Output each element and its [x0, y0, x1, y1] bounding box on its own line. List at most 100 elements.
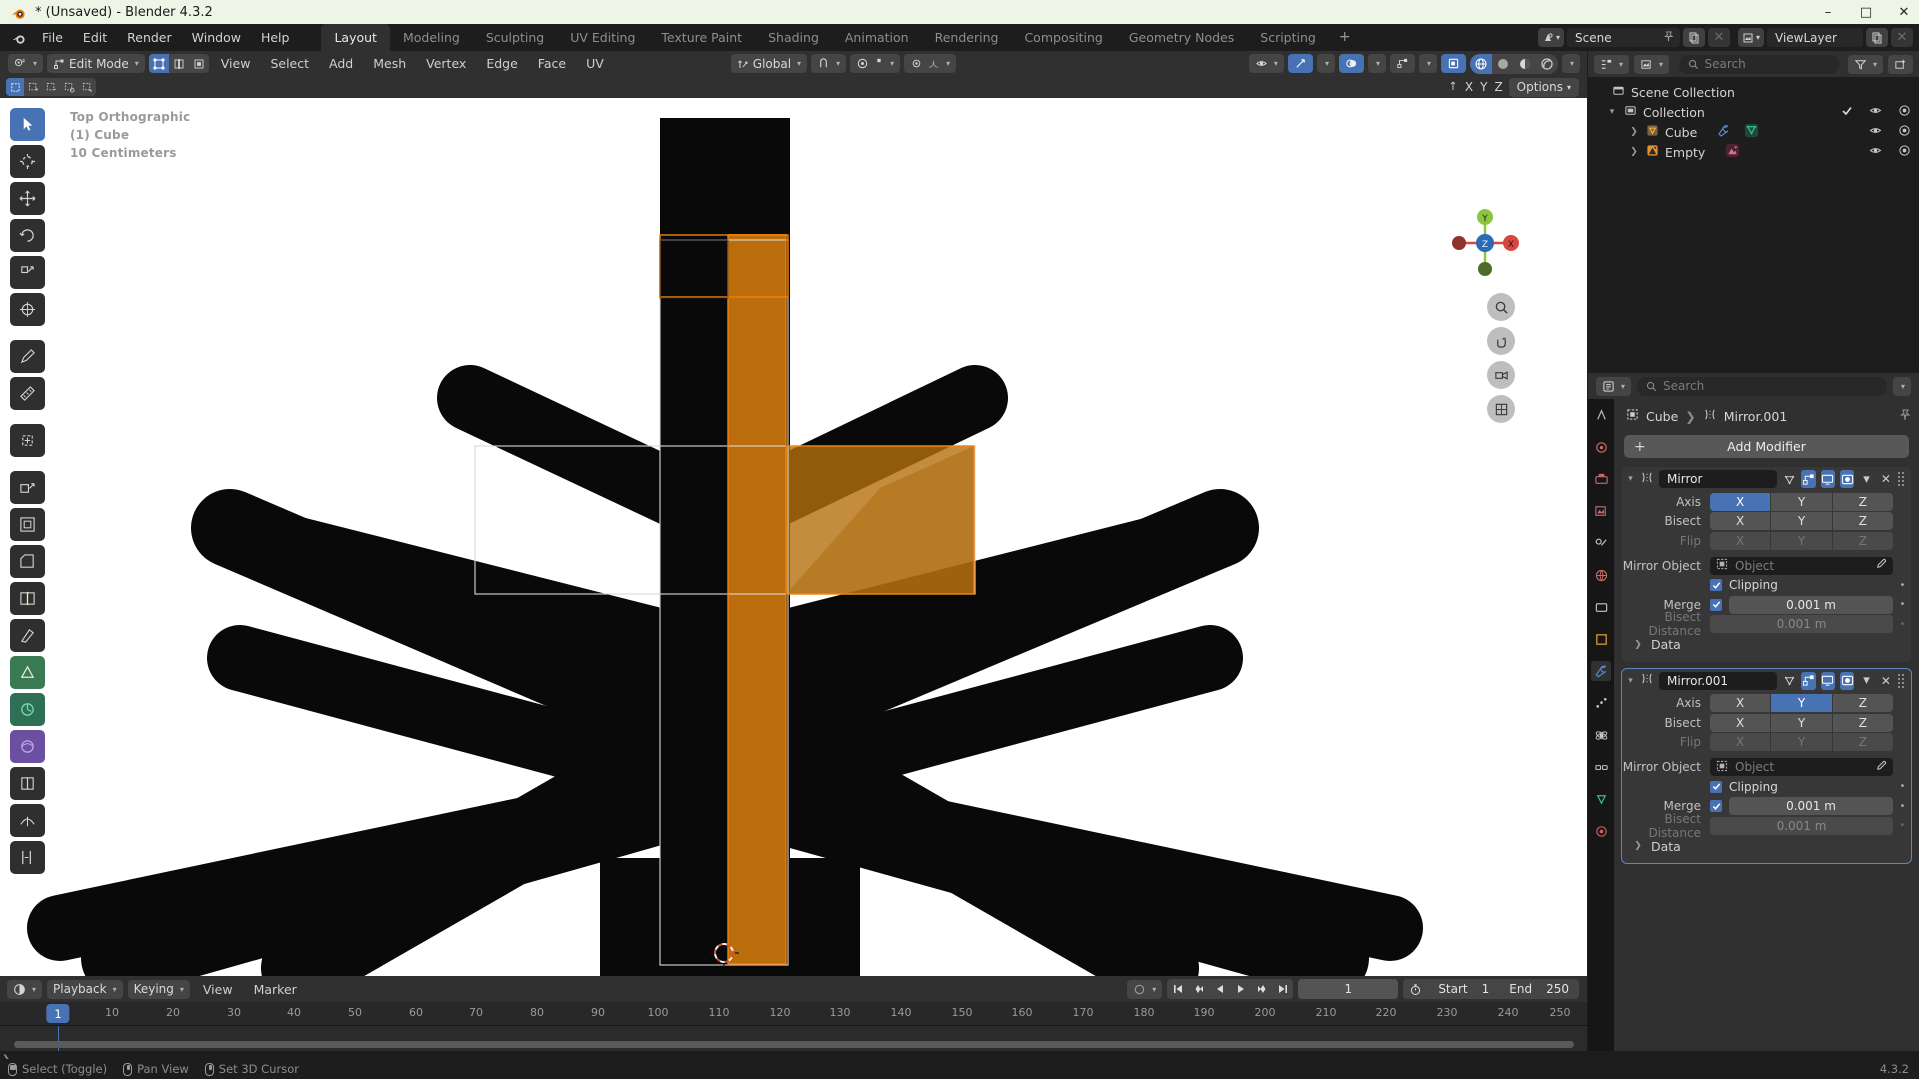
- axis-z-button[interactable]: Z: [1832, 492, 1893, 511]
- tool-edge-slide[interactable]: [10, 767, 45, 800]
- tool-inset-faces[interactable]: [10, 508, 45, 541]
- render-display-toggle[interactable]: [1840, 671, 1855, 690]
- bisect-y-button[interactable]: Y: [1771, 512, 1832, 530]
- properties-options-dropdown[interactable]: ▾: [1892, 376, 1911, 396]
- expand-data-icon[interactable]: ❯: [1632, 640, 1644, 650]
- tool-extrude[interactable]: [10, 471, 45, 504]
- tool-annotate[interactable]: [10, 340, 45, 373]
- tab-object-data[interactable]: [1591, 789, 1611, 809]
- editor-type-button[interactable]: ▾: [8, 54, 44, 73]
- tab-geometry-nodes[interactable]: Geometry Nodes: [1116, 24, 1247, 51]
- toggle-xray-button[interactable]: [1440, 54, 1466, 73]
- delete-scene-button[interactable]: ✕: [1707, 28, 1730, 47]
- outliner-editor-type-button[interactable]: ▾: [1594, 54, 1630, 74]
- shading-material-preview-button[interactable]: [1514, 54, 1536, 74]
- toggle-orthographic-icon[interactable]: [1487, 395, 1515, 423]
- tool-measure[interactable]: [10, 377, 45, 410]
- camera-render-icon[interactable]: [1898, 124, 1911, 140]
- tool-spin[interactable]: [10, 693, 45, 726]
- tab-render[interactable]: [1591, 437, 1611, 457]
- tab-rendering[interactable]: Rendering: [922, 24, 1012, 51]
- current-frame-field[interactable]: 1: [1298, 979, 1399, 999]
- flip-y-button[interactable]: Y: [1771, 733, 1832, 751]
- merge-value-field[interactable]: 0.001 m: [1729, 797, 1893, 815]
- show-gizmo-toggle[interactable]: [1287, 54, 1313, 73]
- add-modifier-button[interactable]: + Add Modifier: [1624, 435, 1909, 458]
- mirror-data-subpanel[interactable]: ❯ Data: [1622, 836, 1911, 856]
- show-on-cage-toggle[interactable]: [1782, 672, 1796, 690]
- viewport-menu-face[interactable]: Face: [530, 51, 574, 76]
- axis-x-button[interactable]: X: [1710, 694, 1771, 712]
- axis-y-label[interactable]: Y: [1480, 80, 1487, 94]
- menu-window[interactable]: Window: [182, 24, 251, 51]
- shading-options-dropdown[interactable]: ▾: [1561, 54, 1580, 73]
- show-on-cage-toggle[interactable]: [1782, 470, 1796, 488]
- edit-mode-display-toggle[interactable]: [1801, 671, 1816, 690]
- clipping-checkbox[interactable]: [1710, 579, 1722, 591]
- mirror-object-field[interactable]: Object: [1710, 556, 1893, 575]
- viewport-menu-add[interactable]: Add: [321, 51, 361, 76]
- tab-texture-paint[interactable]: Texture Paint: [648, 24, 755, 51]
- scene-name-field[interactable]: Scene: [1566, 28, 1680, 47]
- play-button[interactable]: [1230, 979, 1252, 999]
- drag-handle-icon[interactable]: [1898, 673, 1907, 688]
- bisect-z-button[interactable]: Z: [1832, 512, 1893, 530]
- expand-data-icon[interactable]: ❯: [1632, 841, 1644, 851]
- tool-transform[interactable]: [10, 293, 45, 326]
- outliner-filter-button[interactable]: ▾: [1847, 54, 1883, 74]
- viewport-menu-edge[interactable]: Edge: [478, 51, 525, 76]
- outliner-search-input[interactable]: Search: [1678, 54, 1839, 74]
- select-invert-button[interactable]: [60, 78, 78, 96]
- bisect-x-button[interactable]: X: [1710, 713, 1771, 732]
- breadcrumb-object-name[interactable]: Cube: [1646, 409, 1678, 424]
- bisect-x-button[interactable]: X: [1710, 512, 1771, 530]
- bisect-distance-field[interactable]: 0.001 m: [1710, 816, 1893, 835]
- outliner-new-collection-button[interactable]: [1887, 54, 1913, 74]
- menu-help[interactable]: Help: [251, 24, 300, 51]
- playhead-frame-badge[interactable]: 1: [46, 1004, 70, 1023]
- modifier-panel-mirror[interactable]: ▾ Mirror ▾ ✕ Axis X Y Z Bisect X Y Z Fli…: [1622, 467, 1911, 662]
- tool-knife[interactable]: [10, 619, 45, 652]
- outliner-display-mode-dropdown[interactable]: ▾: [1634, 54, 1670, 74]
- shading-wireframe-button[interactable]: [1469, 53, 1492, 74]
- 3d-viewport[interactable]: Top Orthographic (1) Cube 10 Centimeters: [0, 98, 1587, 976]
- tool-loop-cut[interactable]: [10, 582, 45, 615]
- tab-view-layer[interactable]: [1591, 501, 1611, 521]
- timeline-menu-playback[interactable]: Playback ▾: [47, 979, 123, 999]
- axis-y-button[interactable]: Y: [1771, 694, 1832, 712]
- merge-checkbox[interactable]: [1710, 598, 1722, 611]
- next-keyframe-button[interactable]: [1251, 979, 1273, 999]
- viewlayer-browse-icon[interactable]: ▾: [1737, 28, 1764, 47]
- menu-render[interactable]: Render: [117, 24, 182, 51]
- expand-cube-icon[interactable]: ❯: [1628, 127, 1640, 137]
- tab-scene[interactable]: [1591, 533, 1611, 553]
- tab-sculpting[interactable]: Sculpting: [473, 24, 557, 51]
- eye-icon[interactable]: [1869, 144, 1882, 160]
- overlay-options-dropdown[interactable]: ▾: [1367, 54, 1386, 73]
- edit-mode-display-toggle[interactable]: [1801, 470, 1816, 488]
- move-view-icon[interactable]: [1487, 327, 1515, 355]
- jump-to-start-button[interactable]: [1167, 979, 1189, 999]
- navigation-gizmo[interactable]: Y X Z: [1445, 203, 1525, 283]
- play-reverse-button[interactable]: [1209, 979, 1231, 999]
- tool-scale[interactable]: [10, 256, 45, 289]
- tab-animation[interactable]: Animation: [832, 24, 922, 51]
- menu-file[interactable]: File: [32, 24, 73, 51]
- shading-solid-button[interactable]: [1492, 54, 1514, 74]
- modifier-panel-mirror-001[interactable]: ▾ Mirror.001 ▾ ✕ Axis X Y Z Bisect X Y Z…: [1621, 667, 1912, 864]
- eye-icon[interactable]: [1869, 124, 1882, 140]
- modifier-wrench-icon[interactable]: [1717, 124, 1731, 141]
- proportional-editing-toggle[interactable]: ▾: [850, 54, 901, 73]
- tab-tool[interactable]: [1591, 405, 1611, 425]
- tab-physics[interactable]: [1591, 725, 1611, 745]
- tab-layout[interactable]: Layout: [321, 24, 390, 51]
- tab-output[interactable]: [1591, 469, 1611, 489]
- mirror-data-subpanel[interactable]: ❯ Data: [1622, 635, 1911, 655]
- axis-z-button[interactable]: Z: [1832, 694, 1893, 712]
- properties-search-input[interactable]: Search: [1637, 376, 1887, 396]
- menu-edit[interactable]: Edit: [73, 24, 117, 51]
- camera-render-icon[interactable]: [1898, 104, 1911, 120]
- minimize-button[interactable]: –: [1819, 3, 1837, 21]
- flip-x-button[interactable]: X: [1710, 733, 1771, 751]
- expand-collection-icon[interactable]: ▾: [1606, 107, 1618, 117]
